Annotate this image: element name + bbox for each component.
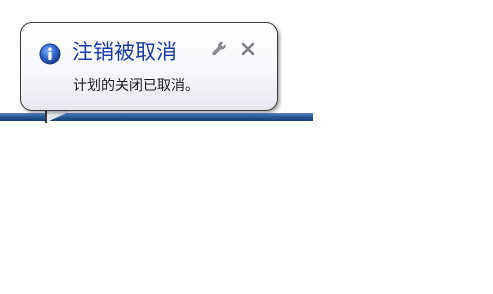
balloon-tail bbox=[47, 110, 73, 122]
balloon-tail-edge bbox=[45, 110, 47, 123]
notification-message: 计划的关闭已取消。 bbox=[73, 78, 199, 94]
close-icon[interactable] bbox=[239, 40, 257, 58]
wrench-icon[interactable] bbox=[210, 40, 228, 58]
screen: 注销被取消 计划的关闭已取消。 bbox=[0, 0, 493, 294]
notification-title: 注销被取消 bbox=[72, 40, 177, 64]
notification-balloon[interactable]: 注销被取消 计划的关闭已取消。 bbox=[20, 22, 278, 111]
info-icon bbox=[39, 43, 61, 65]
